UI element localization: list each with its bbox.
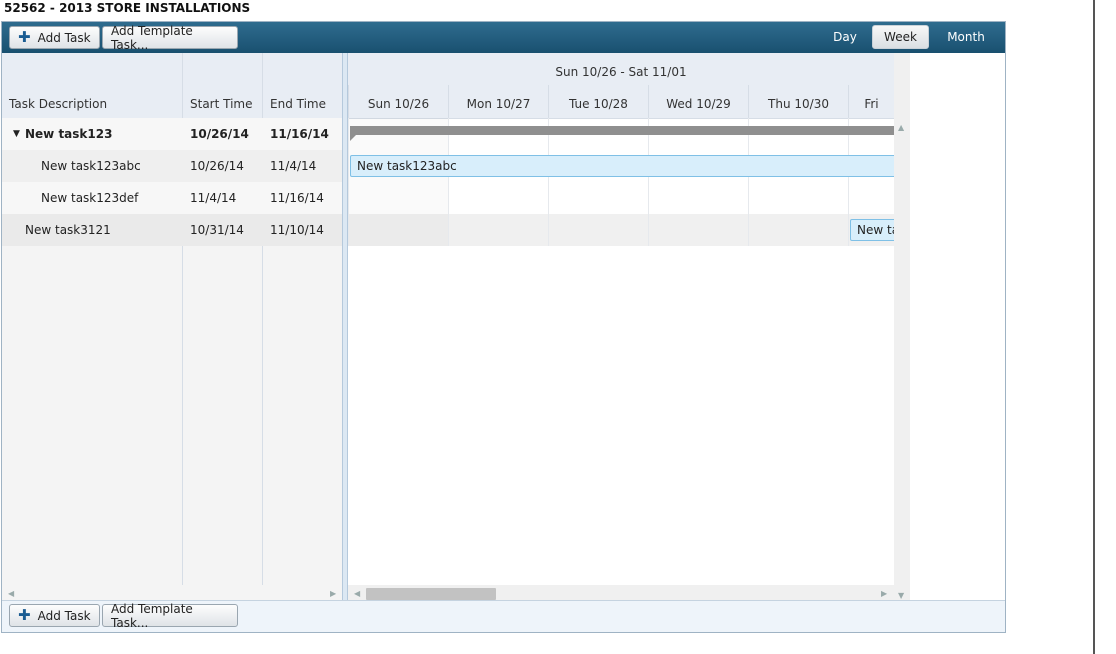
grid-header: Task Description Start Time End Time	[2, 53, 342, 119]
view-week-button[interactable]: Week	[872, 25, 929, 49]
day-header-cell: Fri	[848, 85, 894, 118]
summary-task-bar[interactable]	[350, 126, 894, 135]
expand-triangle-icon[interactable]: ▼	[13, 118, 20, 150]
add-task-button[interactable]: ✚ Add Task	[9, 26, 100, 49]
task-bar[interactable]: New ta	[850, 219, 894, 241]
task-end: 11/16/14	[270, 191, 324, 205]
column-header-end[interactable]: End Time	[270, 97, 326, 111]
task-start: 11/4/14	[190, 191, 237, 205]
page-title: 52562 - 2013 STORE INSTALLATIONS	[4, 1, 251, 15]
add-template-task-label: Add Template Task...	[111, 601, 193, 630]
add-task-label: Add Task	[37, 30, 91, 45]
timeline-pane: Sun 10/26 - Sat 11/01 Sun 10/26 Mon 10/2…	[348, 53, 894, 603]
add-template-task-button[interactable]: Add Template Task...	[102, 23, 238, 52]
task-name: New task123def	[41, 191, 139, 205]
plus-icon: ✚	[18, 28, 31, 46]
day-header-cell: Wed 10/29	[648, 85, 748, 118]
scroll-right-arrow-icon[interactable]: ▶	[330, 589, 336, 598]
plus-icon: ✚	[18, 606, 31, 624]
task-start: 10/26/14	[190, 127, 249, 141]
day-column	[348, 118, 448, 246]
day-column	[448, 118, 548, 246]
task-end: 11/16/14	[270, 127, 329, 141]
table-row[interactable]: New task123abc 10/26/14 11/4/14	[2, 150, 342, 182]
scroll-right-arrow-icon[interactable]: ▶	[881, 589, 887, 598]
scroll-up-arrow-icon[interactable]: ▲	[898, 123, 904, 132]
scroll-thumb[interactable]	[366, 588, 496, 600]
day-header-cell: Mon 10/27	[448, 85, 548, 118]
column-header-start[interactable]: Start Time	[190, 97, 253, 111]
day-column	[648, 118, 748, 246]
scroll-left-arrow-icon[interactable]: ◀	[354, 589, 360, 598]
add-task-button[interactable]: ✚ Add Task	[9, 604, 100, 627]
window-edge	[1093, 0, 1116, 654]
task-end: 11/10/14	[270, 223, 324, 237]
add-template-task-label: Add Template Task...	[111, 23, 193, 52]
table-row[interactable]: New task123def 11/4/14 11/16/14	[2, 182, 342, 214]
task-bar[interactable]: New task123abc	[350, 155, 894, 177]
add-task-label: Add Task	[37, 608, 91, 623]
table-row[interactable]: New task3121 10/31/14 11/10/14	[2, 214, 342, 246]
column-header-description[interactable]: Task Description	[9, 97, 107, 111]
week-header: Sun 10/26 - Sat 11/01	[348, 53, 894, 86]
day-header-cell: Sun 10/26	[348, 85, 448, 118]
add-template-task-button[interactable]: Add Template Task...	[102, 601, 238, 630]
task-start: 10/31/14	[190, 223, 244, 237]
task-start: 10/26/14	[190, 159, 244, 173]
view-day-button[interactable]: Day	[822, 25, 868, 49]
task-end: 11/4/14	[270, 159, 317, 173]
task-grid: Task Description Start Time End Time ▼ N…	[2, 53, 342, 603]
day-column	[748, 118, 848, 246]
view-month-button[interactable]: Month	[933, 25, 999, 49]
day-column	[548, 118, 648, 246]
gantt-chart: ✚ Add Task Add Template Task... Day Week…	[1, 21, 1006, 633]
bottom-toolbar: ✚ Add Task Add Template Task...	[2, 600, 1005, 632]
scroll-left-arrow-icon[interactable]: ◀	[8, 589, 14, 598]
day-header-cell: Tue 10/28	[548, 85, 648, 118]
task-name: New task3121	[25, 223, 111, 237]
task-name: New task123abc	[41, 159, 141, 173]
window-border	[1093, 0, 1095, 654]
vertical-scrollbar[interactable]: ▲ ▼	[894, 53, 910, 603]
task-name: New task123	[25, 127, 113, 141]
summary-bar-tip	[350, 135, 356, 141]
table-row[interactable]: ▼ New task123 10/26/14 11/16/14	[2, 118, 342, 150]
scroll-down-arrow-icon[interactable]: ▼	[898, 591, 904, 600]
day-header: Sun 10/26 Mon 10/27 Tue 10/28 Wed 10/29 …	[348, 85, 894, 119]
day-header-cell: Thu 10/30	[748, 85, 848, 118]
top-toolbar: ✚ Add Task Add Template Task... Day Week…	[2, 22, 1005, 53]
